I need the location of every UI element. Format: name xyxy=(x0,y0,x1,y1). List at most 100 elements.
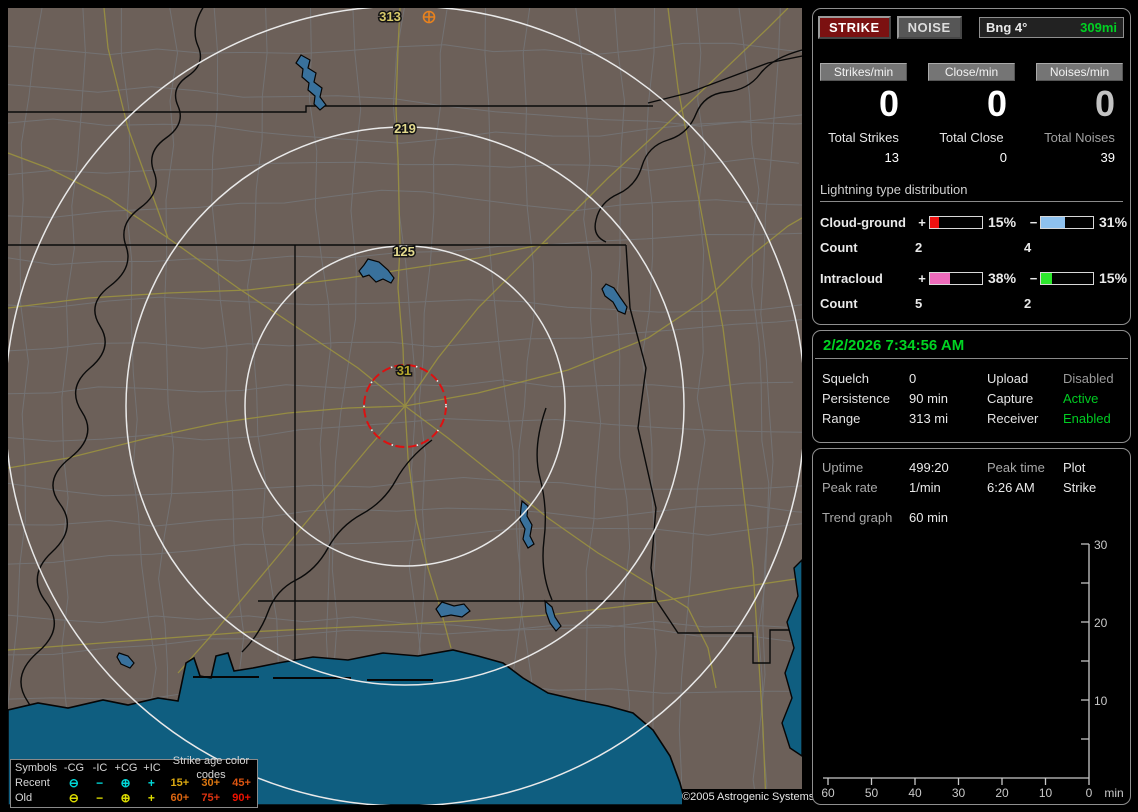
strikes-per-min-button[interactable]: Strikes/min xyxy=(820,63,907,81)
total-noises-label: Total Noises xyxy=(1044,130,1115,145)
plus-sign: + xyxy=(918,270,926,286)
peak-time-value: 6:26 AM xyxy=(987,479,1035,495)
nexstorm-window: 313 219 125 31 Symbols -CG -IC +CG +IC S… xyxy=(0,0,1138,812)
total-strikes-label: Total Strikes xyxy=(828,130,899,145)
minus-sign: − xyxy=(1029,270,1038,286)
status-row-3: Range 313 mi Receiver Enabled xyxy=(813,408,1130,428)
ring-label-219: 219 xyxy=(394,121,416,136)
pos-cg-old-icon: ⊕ xyxy=(120,790,131,805)
copyright-notice: ©2005 Astrogenic Systems xyxy=(682,789,815,805)
legend-col-pos-ic: +IC xyxy=(143,761,161,774)
x-tick-10: 10 xyxy=(1039,786,1053,800)
y-tick-30: 30 xyxy=(1094,538,1108,552)
minus-sign: − xyxy=(1029,214,1038,230)
strikes-column: Strikes/min 0 Total Strikes 13 xyxy=(820,63,907,165)
ic-negative-bar xyxy=(1040,271,1094,285)
map-canvas: 313 219 125 31 xyxy=(8,8,802,805)
count-label: Count xyxy=(820,239,858,255)
range-value: 313 mi xyxy=(909,410,949,426)
persistence-value: 90 min xyxy=(909,390,949,406)
receiver-label: Receiver xyxy=(987,410,1039,426)
ic-positive-count: 5 xyxy=(915,295,923,311)
legend-recent-row: Recent ⊖ − ⊕ + 15+ 30+ 45+ xyxy=(11,775,257,790)
cg-positive-pct: 15% xyxy=(988,214,1017,230)
cloud-ground-count-row: Count 2 4 xyxy=(820,236,1123,258)
upload-label: Upload xyxy=(987,370,1029,386)
trend-graph-row: Trend graph 60 min xyxy=(813,507,1130,527)
map-legend: Symbols -CG -IC +CG +IC Strike age color… xyxy=(10,755,258,808)
sidebar: STRIKE NOISE Bng 4° 309mi Strikes/min 0 … xyxy=(812,8,1133,805)
age-45: 45+ xyxy=(232,776,251,789)
status-row-2: Persistence 90 min Capture Active xyxy=(813,388,1130,408)
peak-rate-row: Peak rate 1/min 6:26 AM Strike xyxy=(813,477,1130,497)
datetime-display: 2/2/2026 7:34:56 AM xyxy=(815,331,1128,359)
pos-cg-recent-icon: ⊕ xyxy=(120,775,131,790)
trend-panel: Uptime 499:20 Peak time Plot Peak rate 1… xyxy=(812,448,1131,805)
x-tick-60: 60 xyxy=(821,786,835,800)
age-30: 30+ xyxy=(201,776,221,789)
legend-old-row: Old ⊖ − ⊕ + 60+ 75+ 90+ xyxy=(11,790,257,805)
trend-graph-label: Trend graph xyxy=(822,509,893,525)
x-unit-label: min xyxy=(1104,786,1123,800)
bearing-range-value: 309mi xyxy=(1080,20,1117,35)
counter-columns: Strikes/min 0 Total Strikes 13 Close/min… xyxy=(820,63,1123,165)
x-tick-20: 20 xyxy=(995,786,1009,800)
legend-col-pos-cg: +CG xyxy=(114,761,138,774)
trend-axes xyxy=(823,543,1090,785)
squelch-value: 0 xyxy=(909,370,917,386)
cg-positive-count: 2 xyxy=(915,239,923,255)
close-column: Close/min 0 Total Close 0 xyxy=(928,63,1015,165)
noises-per-min-button[interactable]: Noises/min xyxy=(1036,63,1123,81)
legend-recent-label: Recent xyxy=(15,776,50,789)
y-tick-20: 20 xyxy=(1094,616,1108,630)
status-row-1: Squelch 0 Upload Disabled xyxy=(813,368,1130,388)
squelch-label: Squelch xyxy=(822,370,869,386)
close-per-min-button[interactable]: Close/min xyxy=(928,63,1015,81)
neg-ic-old-icon: − xyxy=(96,790,104,805)
capture-label: Capture xyxy=(987,390,1034,406)
x-tick-30: 30 xyxy=(952,786,966,800)
pos-ic-old-icon: + xyxy=(147,790,155,805)
uptime-value: 499:20 xyxy=(909,459,949,475)
bearing-display: Bng 4° 309mi xyxy=(979,17,1124,38)
legend-old-label: Old xyxy=(15,791,33,804)
pos-ic-recent-icon: + xyxy=(147,775,155,790)
noises-column: Noises/min 0 Total Noises 39 xyxy=(1036,63,1123,165)
cg-negative-bar xyxy=(1040,215,1094,229)
age-60: 60+ xyxy=(170,791,190,804)
status-panel: 2/2/2026 7:34:56 AM Squelch 0 Upload Dis… xyxy=(812,330,1131,443)
cg-negative-pct: 31% xyxy=(1099,214,1128,230)
neg-ic-recent-icon: − xyxy=(96,775,104,790)
plus-sign: + xyxy=(918,214,926,230)
cg-positive-bar xyxy=(929,215,983,229)
lightning-map[interactable]: 313 219 125 31 Symbols -CG -IC +CG +IC S… xyxy=(8,8,815,808)
total-close-label: Total Close xyxy=(939,130,1004,145)
legend-symbols-header: Symbols xyxy=(15,761,58,774)
ic-positive-pct: 38% xyxy=(988,270,1017,286)
intracloud-label: Intracloud xyxy=(820,270,883,286)
total-noises-value: 39 xyxy=(1100,150,1115,165)
strike-mode-button[interactable]: STRIKE xyxy=(818,16,891,39)
bearing-value: Bng 4° xyxy=(986,20,1028,35)
ring-label-125: 125 xyxy=(393,244,415,259)
close-per-min-value: 0 xyxy=(986,83,1007,124)
cloud-ground-label: Cloud-ground xyxy=(820,214,906,230)
peak-rate-label: Peak rate xyxy=(822,479,878,495)
intracloud-count-row: Count 5 2 xyxy=(820,292,1123,314)
counters-panel: STRIKE NOISE Bng 4° 309mi Strikes/min 0 … xyxy=(812,8,1131,325)
cg-negative-count: 4 xyxy=(1024,239,1032,255)
noise-mode-button[interactable]: NOISE xyxy=(896,16,962,39)
peak-rate-value: 1/min xyxy=(909,479,941,495)
total-strikes-value: 13 xyxy=(884,150,899,165)
upload-status: Disabled xyxy=(1063,370,1114,386)
strikes-per-min-value: 0 xyxy=(878,83,899,124)
x-tick-0: 0 xyxy=(1086,786,1093,800)
uptime-label: Uptime xyxy=(822,459,864,475)
receiver-status: Enabled xyxy=(1063,410,1111,426)
intracloud-row: Intracloud + 38% − 15% xyxy=(820,266,1127,290)
capture-status: Active xyxy=(1063,390,1099,406)
plot-label: Plot xyxy=(1063,459,1086,475)
cloud-ground-row: Cloud-ground + 15% − 31% xyxy=(820,210,1127,234)
legend-header-row: Symbols -CG -IC +CG +IC Strike age color… xyxy=(11,755,257,781)
neg-cg-old-icon: ⊖ xyxy=(68,790,79,805)
